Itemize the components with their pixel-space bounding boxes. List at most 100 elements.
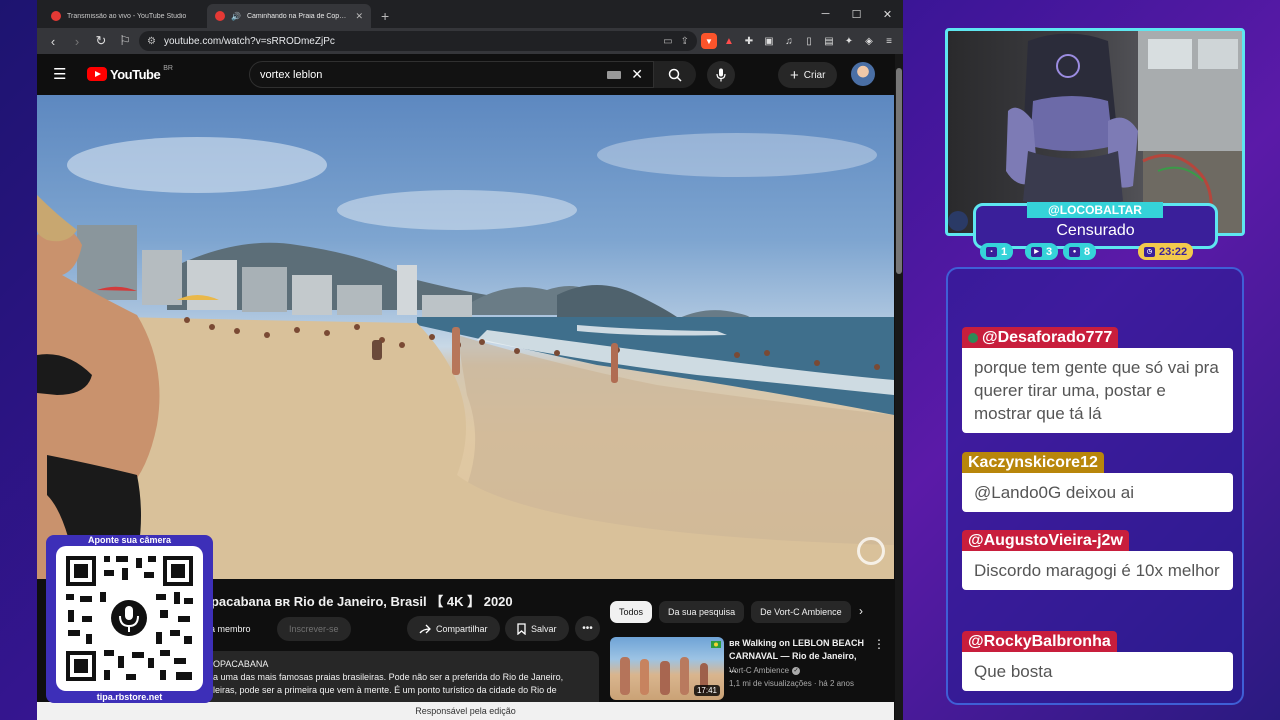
url-text[interactable]: youtube.com/watch?v=sRRODmeZjPc [164,36,655,47]
recommendation-menu-icon[interactable]: ⋮ [873,637,885,651]
search-input[interactable]: vortex leblon [260,69,607,81]
keyboard-icon[interactable] [607,70,622,79]
chip-all[interactable]: Todos [610,601,653,623]
chat-badge-icon [968,332,978,343]
tab-copacabana-video[interactable]: 🔊 Caminhando na Praia de Copacabana ✕ [207,4,371,28]
recommendation-chips: Todos Da sua pesquisa De Vort-C Ambience [610,601,851,623]
tab-youtube-studio[interactable]: Transmissão ao vivo - YouTube Studio [43,4,207,28]
description-line: a uma das mais famosas praias brasileira… [213,672,564,682]
microphone-icon [716,68,726,82]
vpn-shield-icon[interactable]: ◈ [861,33,877,49]
search-button[interactable] [654,61,696,88]
music-icon[interactable]: ♫ [781,33,797,49]
recommendation-meta: 1,1 mi de visualizações · há 2 anos [729,679,854,688]
chat-message: Kaczynskicore12 @Lando0G deixou ai [962,452,1233,512]
browser-toolbar: ‹ › ↻ ⚐ ⚙ youtube.com/watch?v=sRRODmeZjP… [37,28,903,54]
chat-username: Kaczynskicore12 [962,452,1104,473]
tab-bar: Transmissão ao vivo - YouTube Studio 🔊 C… [37,0,903,28]
qr-code-panel: Aponte sua câmera tipa.rbstore.net [46,535,213,703]
extensions-icon[interactable]: ✚ [741,33,757,49]
clock-icon: ◷ [1144,246,1155,257]
save-label: Salvar [531,623,557,634]
followers-count: 8 [1084,245,1091,258]
chat-count: 1 [1001,245,1008,258]
stream-status-text: Censurado [1056,222,1135,239]
chat-count-badge: ▪ 1 [980,243,1014,260]
stream-timer-badge: ◷ 23:22 [1138,243,1194,260]
recommendation-channel[interactable]: Vort-C Ambience ✓ [729,666,801,675]
loading-spinner-icon [857,537,885,565]
youtube-play-logo-icon [87,67,107,81]
twitch-chat-icon: ▪ [986,246,997,257]
share-label: Compartilhar [436,623,488,634]
speaker-icon[interactable]: 🔊 [231,12,241,21]
address-bar[interactable]: ⚙ youtube.com/watch?v=sRRODmeZjPc ▭ ⇪ [139,31,697,51]
tab-title: Transmissão ao vivo - YouTube Studio [67,12,187,20]
more-actions-button[interactable]: ••• [575,616,600,641]
bookmark-icon[interactable]: ⚐ [115,31,135,51]
chat-username: @Desaforado777 [962,327,1119,348]
search-box[interactable]: vortex leblon ✕ [249,61,654,88]
forward-button[interactable]: › [67,31,87,51]
voice-search-button[interactable] [707,61,735,89]
maximize-button[interactable]: ☐ [841,0,872,28]
chip-from-channel[interactable]: De Vort-C Ambience [751,601,851,623]
chat-message: @AugustoVieira-j2w Discordo maragogi é 1… [962,530,1233,590]
create-label: Criar [803,69,826,81]
description-heading: OPACABANA [213,659,269,669]
chat-message-text: porque tem gente que só vai pra querer t… [962,348,1233,433]
account-avatar[interactable] [851,62,875,86]
youtube-favicon-icon [215,11,225,21]
sidebar-icon[interactable]: ▯ [801,33,817,49]
chat-message-text: @Lando0G deixou ai [962,473,1233,512]
qr-code [56,546,203,691]
beach-video-frame [37,133,894,579]
minimize-button[interactable]: ─ [810,0,841,28]
clear-search-icon[interactable]: ✕ [631,66,643,83]
youtube-logo[interactable]: YouTube BR [87,65,173,82]
tab-title: Caminhando na Praia de Copacabana [246,12,349,20]
back-button[interactable]: ‹ [43,31,63,51]
site-info-icon[interactable]: ⚙ [147,36,156,47]
youtube-studio-favicon-icon [51,11,61,21]
share-arrow-icon [419,624,431,633]
video-player[interactable] [37,95,894,579]
brave-shields-icon[interactable]: ▼ [701,33,717,49]
youtube-count: 3 [1046,245,1053,258]
chat-username: @RockyBalbronha [962,631,1117,652]
scrollbar-thumb[interactable] [896,68,902,274]
subscribe-button[interactable]: Inscrever-se [277,617,351,641]
hamburger-menu-icon[interactable]: ☰ [53,65,75,83]
followers-icon: ● [1069,246,1080,257]
browser-menu-icon[interactable]: ≡ [881,33,897,49]
verified-check-icon: ✓ [792,666,801,675]
share-button[interactable]: Compartilhar [407,616,500,641]
description-line: leiras, pode ser a primeira que vem à me… [213,685,557,695]
chevron-right-icon[interactable]: › [859,604,863,618]
create-button[interactable]: + Criar [778,62,838,88]
close-window-button[interactable]: ✕ [872,0,903,28]
stream-timer: 23:22 [1159,245,1188,258]
save-button[interactable]: Salvar [505,616,569,641]
screenshot-icon[interactable]: ▣ [761,33,777,49]
chat-message-text: Que bosta [962,652,1233,691]
share-icon[interactable]: ⇪ [681,36,689,47]
video-duration: 17:41 [693,685,720,696]
chip-from-search[interactable]: Da sua pesquisa [659,601,745,623]
leo-ai-icon[interactable]: ✦ [841,33,857,49]
bookmark-save-icon [517,622,526,635]
new-tab-button[interactable]: + [371,4,399,28]
chat-message: @RockyBalbronha Que bosta [962,631,1233,691]
chat-message-text: Discordo maragogi é 10x melhor [962,551,1233,590]
video-title: opacabana ʙʀ Rio de Janeiro, Brasil 【 4K… [203,594,513,609]
brave-rewards-icon[interactable]: ▲ [721,33,737,49]
chat-username: @AugustoVieira-j2w [962,530,1129,551]
recommendation-thumbnail[interactable]: 17:41 [610,637,724,700]
followers-count-badge: ● 8 [1063,243,1097,260]
cast-icon[interactable]: ▭ [663,36,672,47]
edit-responsibility-bar: Responsável pela edição [37,702,894,720]
reload-button[interactable]: ↻ [91,31,111,51]
wallet-icon[interactable]: ▤ [821,33,837,49]
qr-instruction: Aponte sua câmera [87,535,172,545]
tab-close-icon[interactable]: ✕ [355,11,363,22]
